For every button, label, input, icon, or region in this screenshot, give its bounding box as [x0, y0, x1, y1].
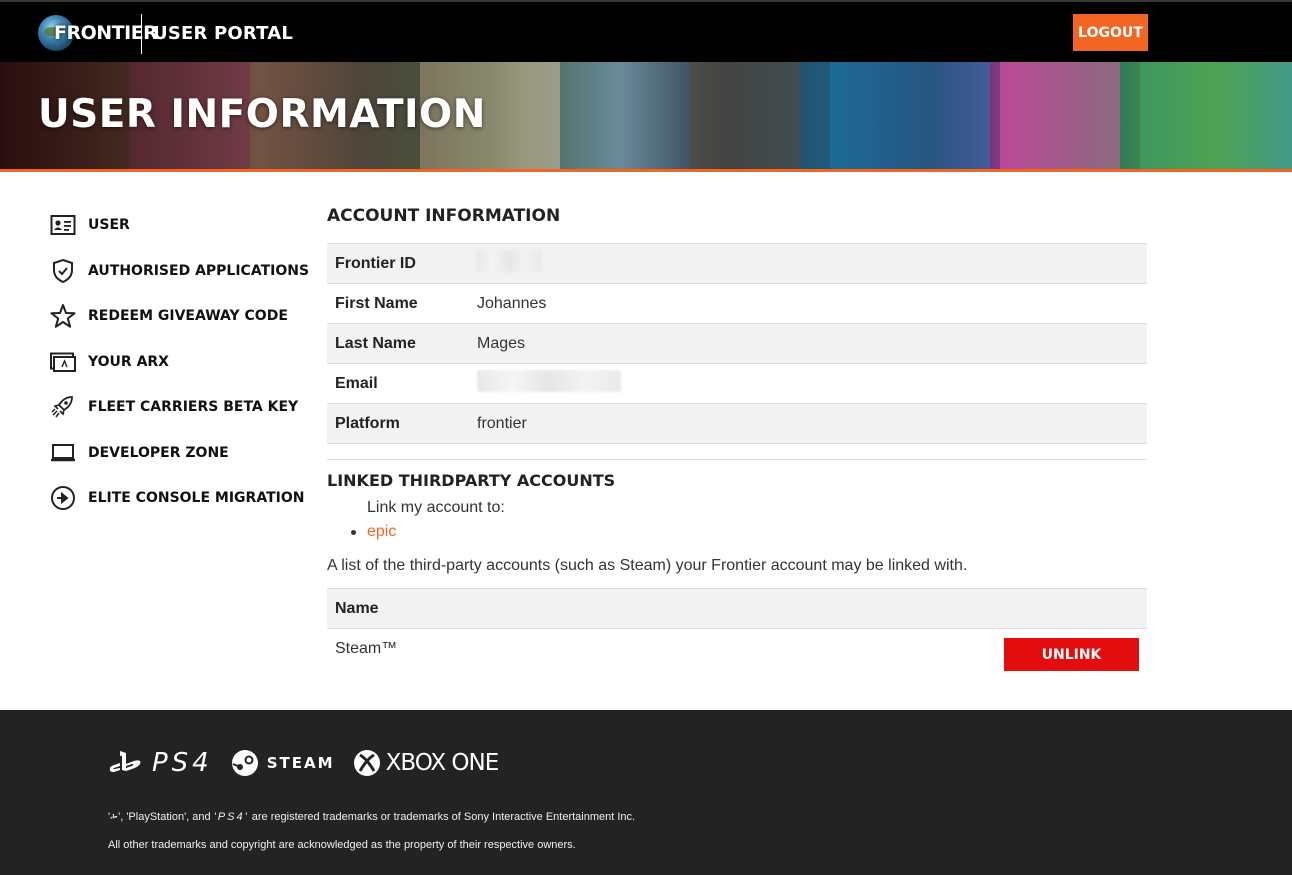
- sidebar-item-label: ELITE CONSOLE MIGRATION: [88, 490, 305, 506]
- xbox-one-text: XBOX ONE: [385, 750, 500, 776]
- banner-image-tile: [830, 62, 990, 169]
- ps4-mark: 'PS4': [213, 811, 249, 823]
- list-item: epic: [351, 523, 396, 541]
- bullet: [351, 530, 356, 535]
- star-icon: [50, 303, 76, 329]
- table-row: Frontier ID: [327, 244, 1147, 284]
- arrow-circle-icon: [50, 485, 76, 511]
- frontier-logo[interactable]: FRONTIER: [38, 14, 158, 52]
- sidebar-item-authorised-applications[interactable]: AUTHORISED APPLICATIONS: [50, 256, 309, 286]
- table-row: First Name Johannes: [327, 284, 1147, 324]
- last-name-value: Mages: [477, 334, 526, 352]
- steam-icon: [231, 750, 258, 776]
- field-label: First Name: [335, 294, 418, 312]
- sidebar-item-label: YOUR ARX: [88, 354, 169, 370]
- unlink-button[interactable]: UNLINK: [1004, 638, 1139, 671]
- banner-accent-rule: [0, 169, 1292, 172]
- steam-text: STEAM: [266, 754, 335, 772]
- platform-logos: PS4 STEAM XBOX ONE: [108, 748, 516, 778]
- footer: PS4 STEAM XBOX ONE ' ', 'PlayStation', an…: [0, 710, 1292, 875]
- sidebar-item-fleet-carriers-beta-key[interactable]: FLEET CARRIERS BETA KEY: [50, 392, 298, 422]
- platform-value: frontier: [477, 414, 527, 432]
- steam-logo: STEAM: [231, 749, 335, 777]
- table-row: Platform frontier: [327, 404, 1147, 444]
- sidebar-item-elite-console-migration[interactable]: ELITE CONSOLE MIGRATION: [50, 483, 304, 513]
- banner-image-tile: [1140, 62, 1292, 169]
- header-divider: [141, 14, 142, 54]
- sidebar-item-label: DEVELOPER ZONE: [88, 445, 229, 461]
- laptop-icon: [50, 440, 76, 466]
- table-row: Steam™ UNLINK: [327, 629, 1147, 671]
- field-label: Platform: [335, 414, 400, 432]
- email-value: [477, 370, 621, 397]
- arx-card-icon: [50, 349, 76, 375]
- table-row: Last Name Mages: [327, 324, 1147, 364]
- account-information-heading: ACCOUNT INFORMATION: [327, 206, 561, 226]
- sidebar-item-label: USER: [88, 217, 130, 233]
- sidebar-item-label: FLEET CARRIERS BETA KEY: [88, 399, 299, 415]
- xbox-icon: [353, 750, 380, 776]
- sidebar-item-user[interactable]: USER: [50, 210, 130, 240]
- linked-accounts-table: Name Steam™ UNLINK: [327, 588, 1147, 671]
- section-divider: [327, 459, 1147, 460]
- ps4-logo: PS4: [108, 748, 213, 778]
- trademark-note-general: All other trademarks and copyright are a…: [108, 839, 576, 851]
- linked-accounts-heading: LINKED THIRDPARTY ACCOUNTS: [327, 471, 616, 490]
- banner-image-tile: [1000, 62, 1120, 169]
- page-banner: USER INFORMATION: [0, 62, 1292, 169]
- field-label: Frontier ID: [335, 254, 416, 272]
- account-info-table: Frontier ID First Name Johannes Last Nam…: [327, 243, 1147, 444]
- rocket-icon: [50, 394, 76, 420]
- id-card-icon: [50, 212, 76, 238]
- trademark-note-sony: ' ', 'PlayStation', and 'PS4' are registe…: [108, 811, 636, 823]
- xbox-one-logo: XBOX ONE: [353, 749, 499, 777]
- sidebar-item-your-arx[interactable]: YOUR ARX: [50, 347, 169, 377]
- table-row: Email: [327, 364, 1147, 404]
- sidebar-item-label: REDEEM GIVEAWAY CODE: [88, 308, 288, 324]
- trademark-middle: 'PlayStation', and: [126, 811, 211, 823]
- epic-link[interactable]: epic: [367, 523, 396, 540]
- link-options-list: epic: [351, 523, 396, 541]
- sidebar-item-redeem-giveaway-code[interactable]: REDEEM GIVEAWAY CODE: [50, 301, 288, 331]
- trademark-suffix: are registered trademarks or trademarks …: [251, 811, 636, 823]
- sidebar-item-developer-zone[interactable]: DEVELOPER ZONE: [50, 438, 229, 468]
- table-header: Name: [327, 588, 1147, 629]
- top-bar: FRONTIER USER PORTAL LOGOUT: [0, 0, 1292, 62]
- ps4-text: PS4: [152, 748, 213, 778]
- page-title: USER INFORMATION: [38, 92, 486, 137]
- playstation-icon: [109, 751, 141, 772]
- field-label: Last Name: [335, 334, 416, 352]
- column-header-name: Name: [335, 599, 379, 617]
- redacted-value: [477, 370, 621, 392]
- frontier-id-value: [477, 250, 541, 277]
- redacted-value: [477, 250, 541, 272]
- field-label: Email: [335, 374, 378, 392]
- logout-button[interactable]: LOGOUT: [1073, 14, 1148, 51]
- shield-check-icon: [50, 258, 76, 284]
- banner-image-tile: [690, 62, 800, 169]
- account-name: Steam™: [335, 640, 398, 657]
- sidebar-item-label: AUTHORISED APPLICATIONS: [88, 263, 310, 279]
- link-intro-text: Link my account to:: [367, 499, 505, 516]
- portal-title: USER PORTAL: [153, 23, 294, 44]
- linked-accounts-description: A list of the third-party accounts (such…: [327, 557, 968, 574]
- first-name-value: Johannes: [477, 294, 547, 312]
- playstation-icon: [110, 813, 118, 819]
